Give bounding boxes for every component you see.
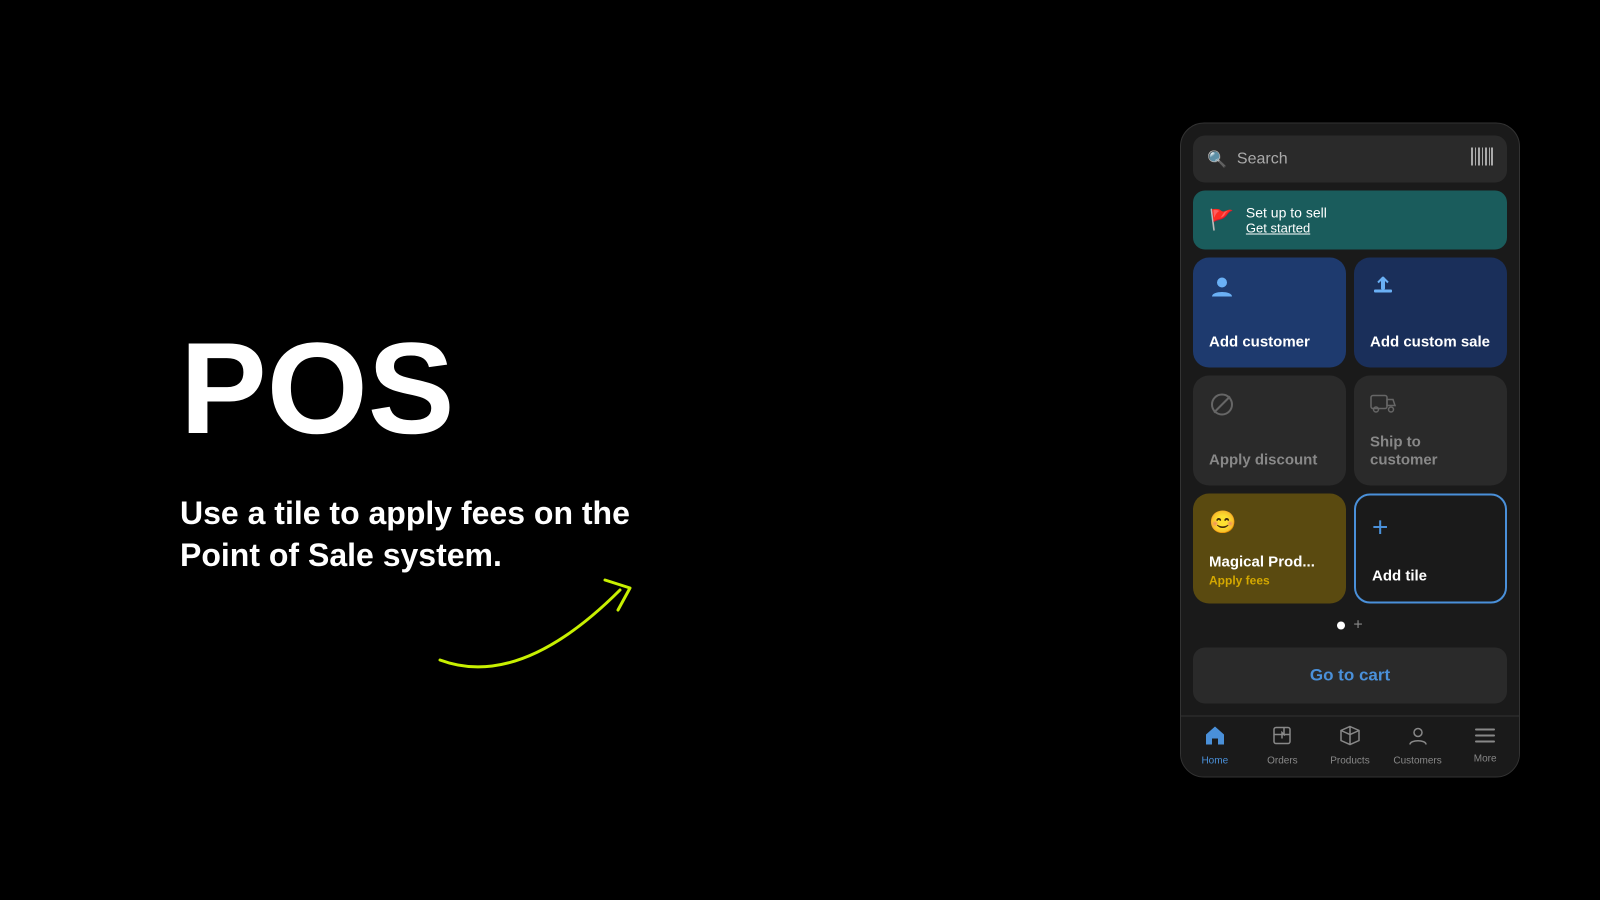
pagination: +	[1181, 604, 1519, 648]
products-icon	[1339, 725, 1361, 753]
pos-device: 🔍 Search 🚩 Set up to sell Get started	[1180, 123, 1520, 778]
pagination-dot-active[interactable]	[1337, 622, 1345, 630]
bottom-nav: Home Orders Products	[1181, 716, 1519, 777]
banner-link[interactable]: Get started	[1246, 221, 1327, 236]
barcode-icon	[1471, 148, 1493, 171]
tile-apply-discount[interactable]: Apply discount	[1193, 376, 1346, 486]
go-to-cart-button[interactable]: Go to cart	[1193, 648, 1507, 704]
search-input-label: Search	[1237, 150, 1461, 168]
shipping-icon	[1370, 392, 1491, 420]
discount-icon	[1209, 392, 1330, 424]
plus-icon: +	[1372, 512, 1489, 544]
nav-item-home[interactable]: Home	[1187, 725, 1242, 767]
arrow-decoration	[420, 560, 700, 680]
apply-fees-label: Apply fees	[1209, 574, 1330, 588]
tile-add-custom-sale[interactable]: Add custom sale	[1354, 258, 1507, 368]
flag-icon: 🚩	[1209, 208, 1234, 233]
add-customer-label: Add customer	[1209, 334, 1330, 352]
pos-title: POS	[180, 323, 870, 453]
banner-title: Set up to sell	[1246, 205, 1327, 221]
tile-add-tile[interactable]: + Add tile	[1354, 494, 1507, 604]
add-custom-sale-label: Add custom sale	[1370, 334, 1491, 352]
nav-item-products[interactable]: Products	[1322, 725, 1377, 767]
orders-icon	[1271, 725, 1293, 753]
pagination-plus[interactable]: +	[1353, 618, 1362, 634]
customers-icon	[1407, 725, 1429, 753]
products-nav-label: Products	[1330, 756, 1369, 767]
search-icon: 🔍	[1207, 149, 1227, 169]
magical-product-label: Magical Prod...	[1209, 554, 1330, 572]
tile-add-customer[interactable]: Add customer	[1193, 258, 1346, 368]
upload-icon	[1370, 274, 1491, 306]
home-icon	[1204, 725, 1226, 753]
nav-item-customers[interactable]: Customers	[1390, 725, 1445, 767]
nav-item-more[interactable]: More	[1458, 725, 1513, 767]
more-icon	[1474, 725, 1496, 751]
setup-banner[interactable]: 🚩 Set up to sell Get started	[1193, 191, 1507, 250]
more-nav-label: More	[1474, 754, 1497, 765]
smiley-icon: 😊	[1209, 510, 1330, 536]
nav-item-orders[interactable]: Orders	[1255, 725, 1310, 767]
person-icon	[1209, 274, 1330, 306]
orders-nav-label: Orders	[1267, 756, 1298, 767]
home-nav-label: Home	[1201, 756, 1228, 767]
tile-magical-product[interactable]: 😊 Magical Prod... Apply fees	[1193, 494, 1346, 604]
search-bar[interactable]: 🔍 Search	[1193, 136, 1507, 183]
customers-nav-label: Customers	[1393, 756, 1441, 767]
tiles-grid: Add customer Add custom sale Apply di	[1193, 258, 1507, 604]
left-section: POS Use a tile to apply fees on the Poin…	[0, 0, 870, 900]
banner-content: Set up to sell Get started	[1246, 205, 1327, 236]
apply-discount-label: Apply discount	[1209, 452, 1330, 470]
ship-to-customer-label: Ship to customer	[1370, 434, 1491, 470]
add-tile-label: Add tile	[1372, 568, 1489, 586]
tile-ship-to-customer[interactable]: Ship to customer	[1354, 376, 1507, 486]
